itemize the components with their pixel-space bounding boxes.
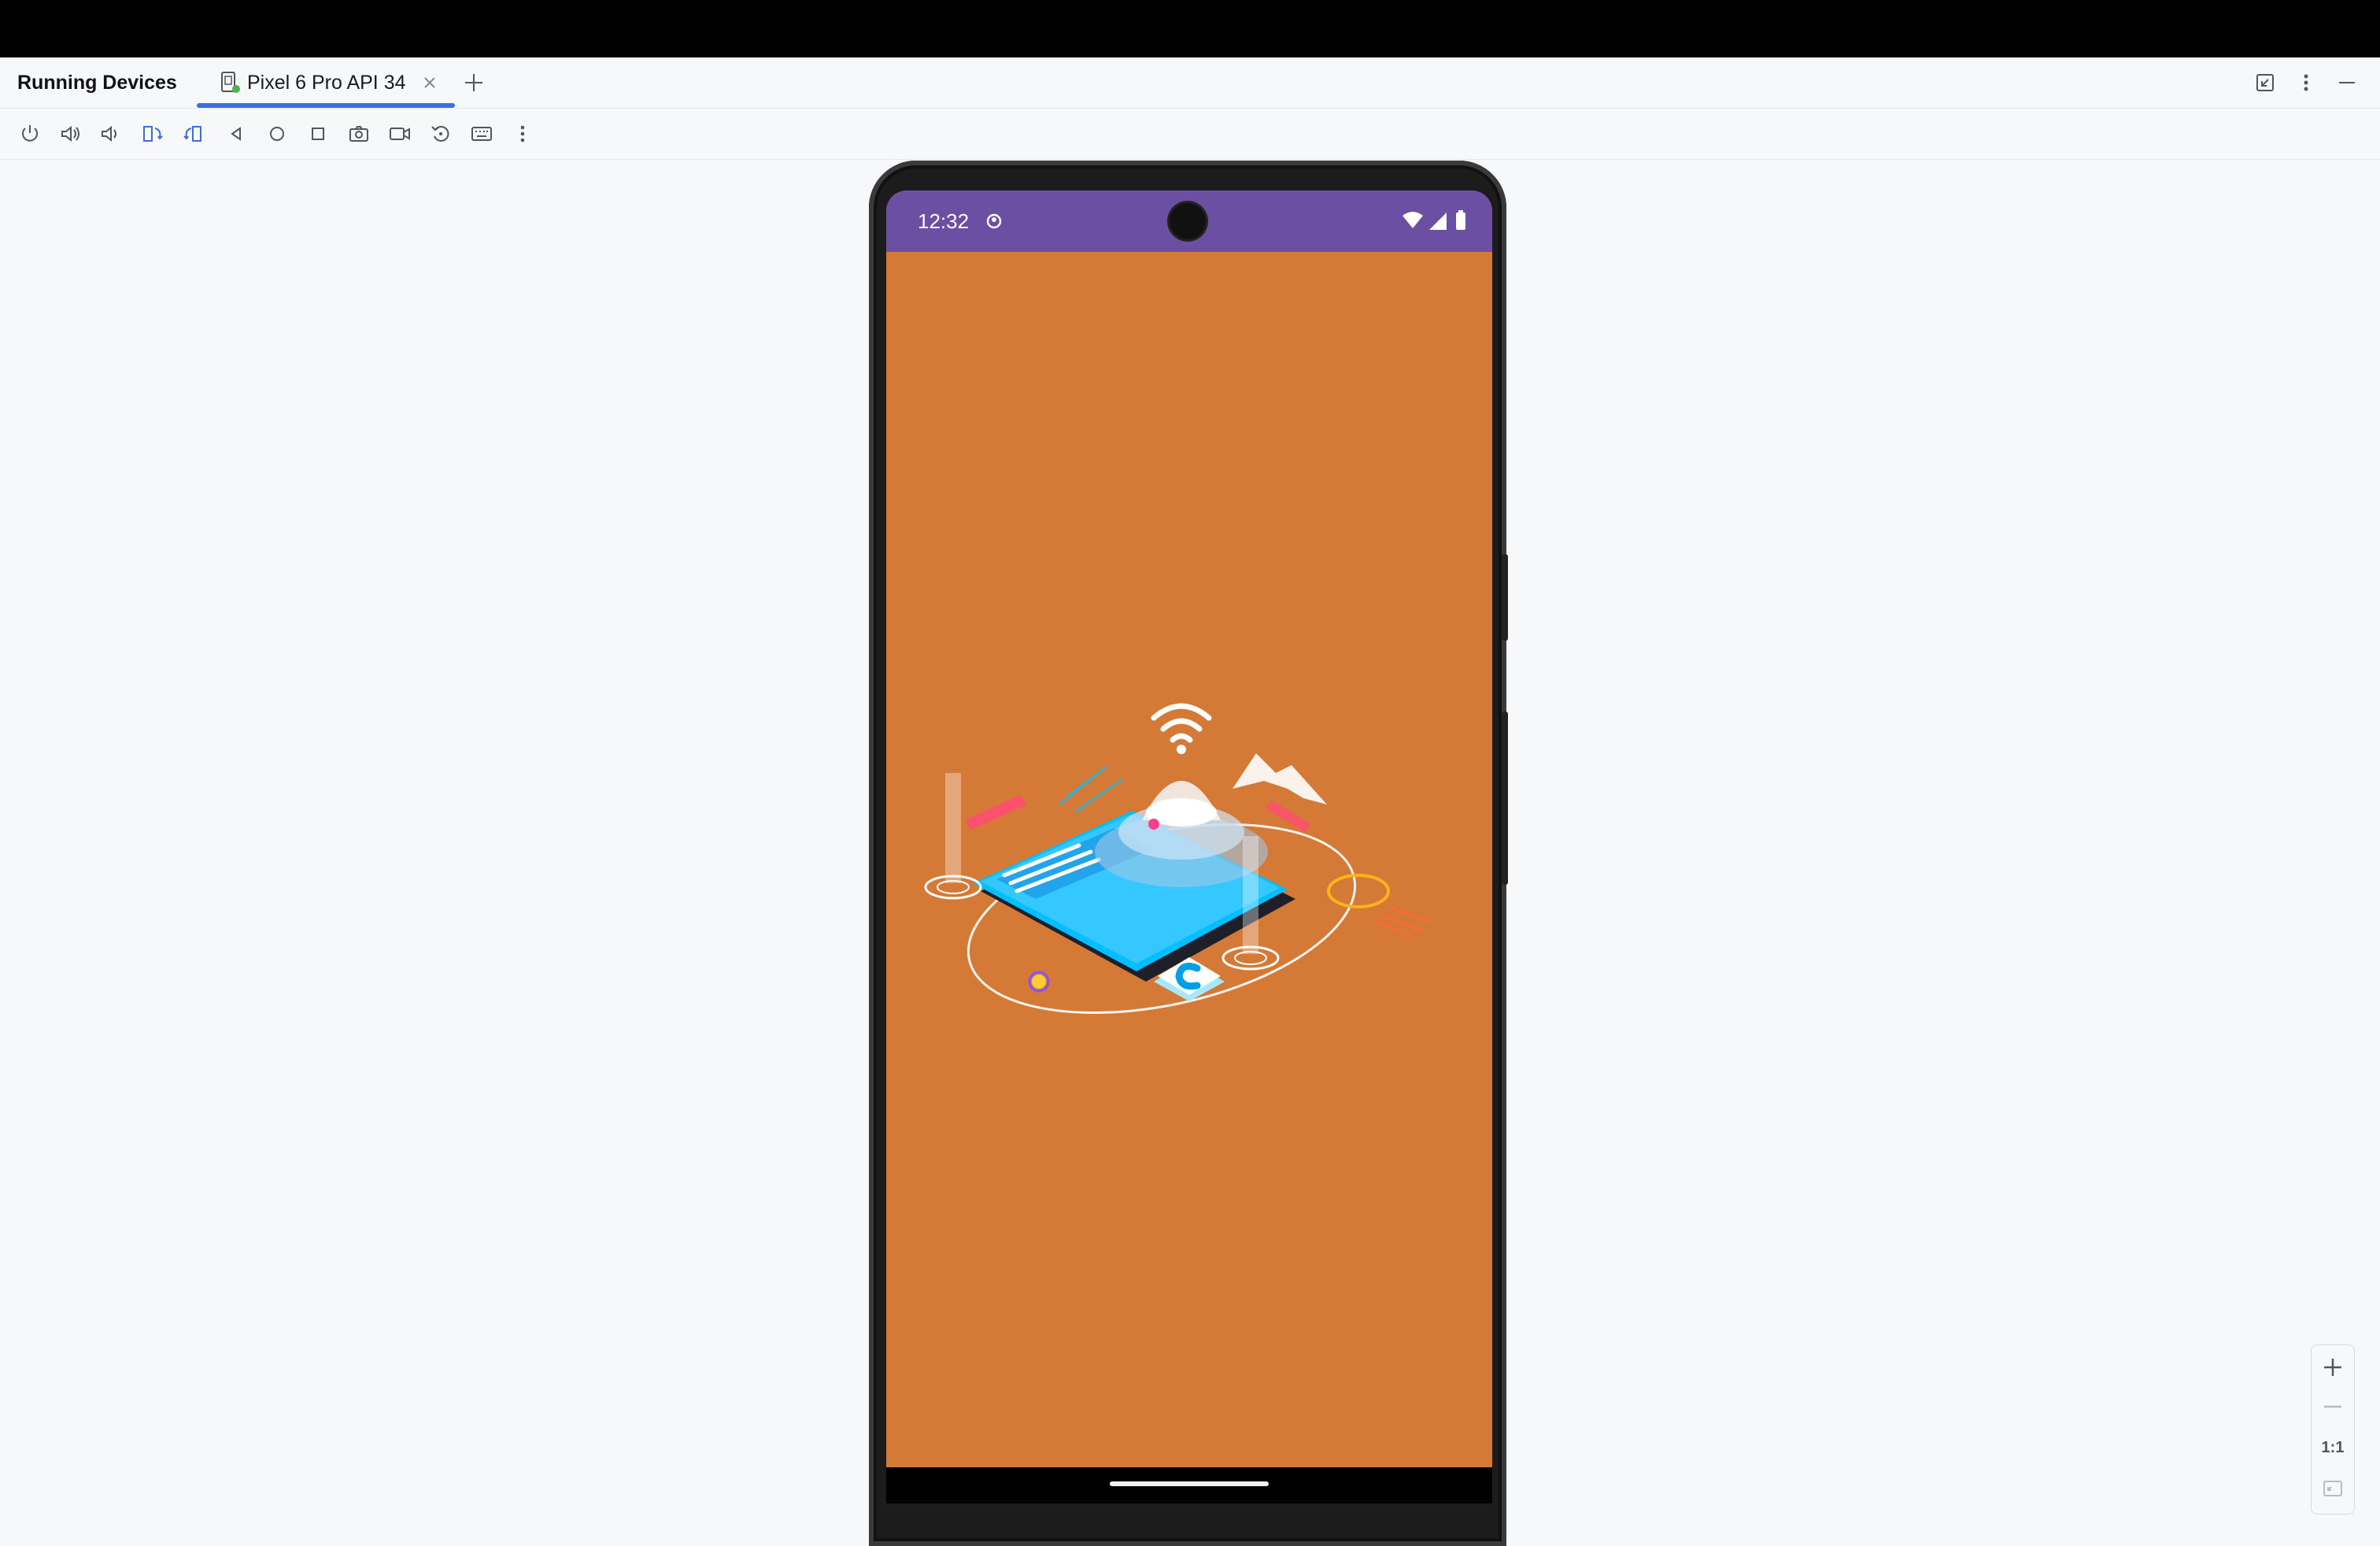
device-screen[interactable]: 12:32 — [886, 190, 1492, 1503]
phone-volume-rocker — [1502, 712, 1508, 885]
device-icon — [221, 72, 240, 93]
fit-screen-button[interactable] — [2317, 1473, 2349, 1504]
volume-down-icon — [102, 125, 116, 142]
more-actions-button[interactable] — [508, 120, 537, 148]
back-icon — [231, 127, 241, 141]
notification-icon — [986, 213, 1002, 229]
splash-illustration — [924, 703, 1430, 1014]
device-toolbar — [0, 109, 2380, 160]
add-tab-icon[interactable] — [461, 70, 486, 95]
more-vert-icon — [520, 125, 525, 142]
reset-button[interactable] — [427, 120, 455, 148]
plus-icon — [2324, 1359, 2341, 1376]
zoom-controls: 1:1 — [2311, 1344, 2355, 1515]
volume-down-button[interactable] — [96, 120, 124, 148]
zoom-in-button[interactable] — [2317, 1352, 2349, 1383]
reset-icon — [431, 126, 449, 142]
tab-device[interactable]: Pixel 6 Pro API 34 — [197, 57, 455, 108]
volume-up-button[interactable] — [57, 120, 85, 148]
rotate-right-button[interactable] — [179, 120, 208, 148]
rotate-left-button[interactable] — [139, 120, 167, 148]
active-tab-indicator — [197, 103, 455, 108]
back-button[interactable] — [222, 120, 250, 148]
tool-window-title: Running Devices — [17, 72, 177, 94]
keyboard-icon — [471, 127, 492, 141]
keyboard-button[interactable] — [468, 120, 496, 148]
wifi-icon — [1402, 212, 1423, 228]
gesture-home-handle[interactable] — [1110, 1481, 1269, 1486]
battery-icon — [1456, 213, 1465, 230]
phone-side-button — [1502, 554, 1508, 641]
actual-size-button[interactable]: 1:1 — [2317, 1432, 2349, 1463]
power-icon — [22, 125, 38, 142]
home-button[interactable] — [263, 120, 291, 148]
more-options-icon[interactable] — [2293, 70, 2319, 95]
top-black-bar — [0, 0, 2380, 57]
power-button[interactable] — [16, 120, 44, 148]
close-icon[interactable] — [420, 73, 439, 92]
signal-icon — [1429, 213, 1447, 230]
overview-button[interactable] — [304, 120, 332, 148]
minus-icon — [2324, 1405, 2341, 1408]
zoom-out-button[interactable] — [2317, 1391, 2349, 1422]
rotate-left-icon — [143, 126, 163, 142]
tab-label: Pixel 6 Pro API 34 — [247, 72, 406, 94]
overview-icon — [312, 128, 324, 140]
screen-record-icon — [390, 128, 410, 140]
screenshot-button[interactable] — [345, 120, 373, 148]
fit-screen-icon — [2323, 1481, 2342, 1496]
home-icon — [270, 127, 284, 141]
actual-size-label: 1:1 — [2321, 1438, 2345, 1456]
screenshot-icon — [349, 126, 368, 142]
status-bar: 12:32 — [886, 190, 1492, 252]
volume-up-icon — [61, 125, 79, 142]
tool-window-header: Running Devices Pixel 6 Pro API 34 — [0, 57, 2380, 109]
front-camera — [1170, 203, 1206, 239]
navigation-bar — [886, 1467, 1492, 1503]
rotate-right-icon — [183, 126, 201, 142]
minimize-icon[interactable] — [2334, 70, 2360, 95]
restore-window-icon[interactable] — [2252, 70, 2278, 95]
system-status-icons — [1402, 210, 1465, 230]
status-clock: 12:32 — [918, 209, 970, 233]
screen-record-button[interactable] — [386, 120, 414, 148]
